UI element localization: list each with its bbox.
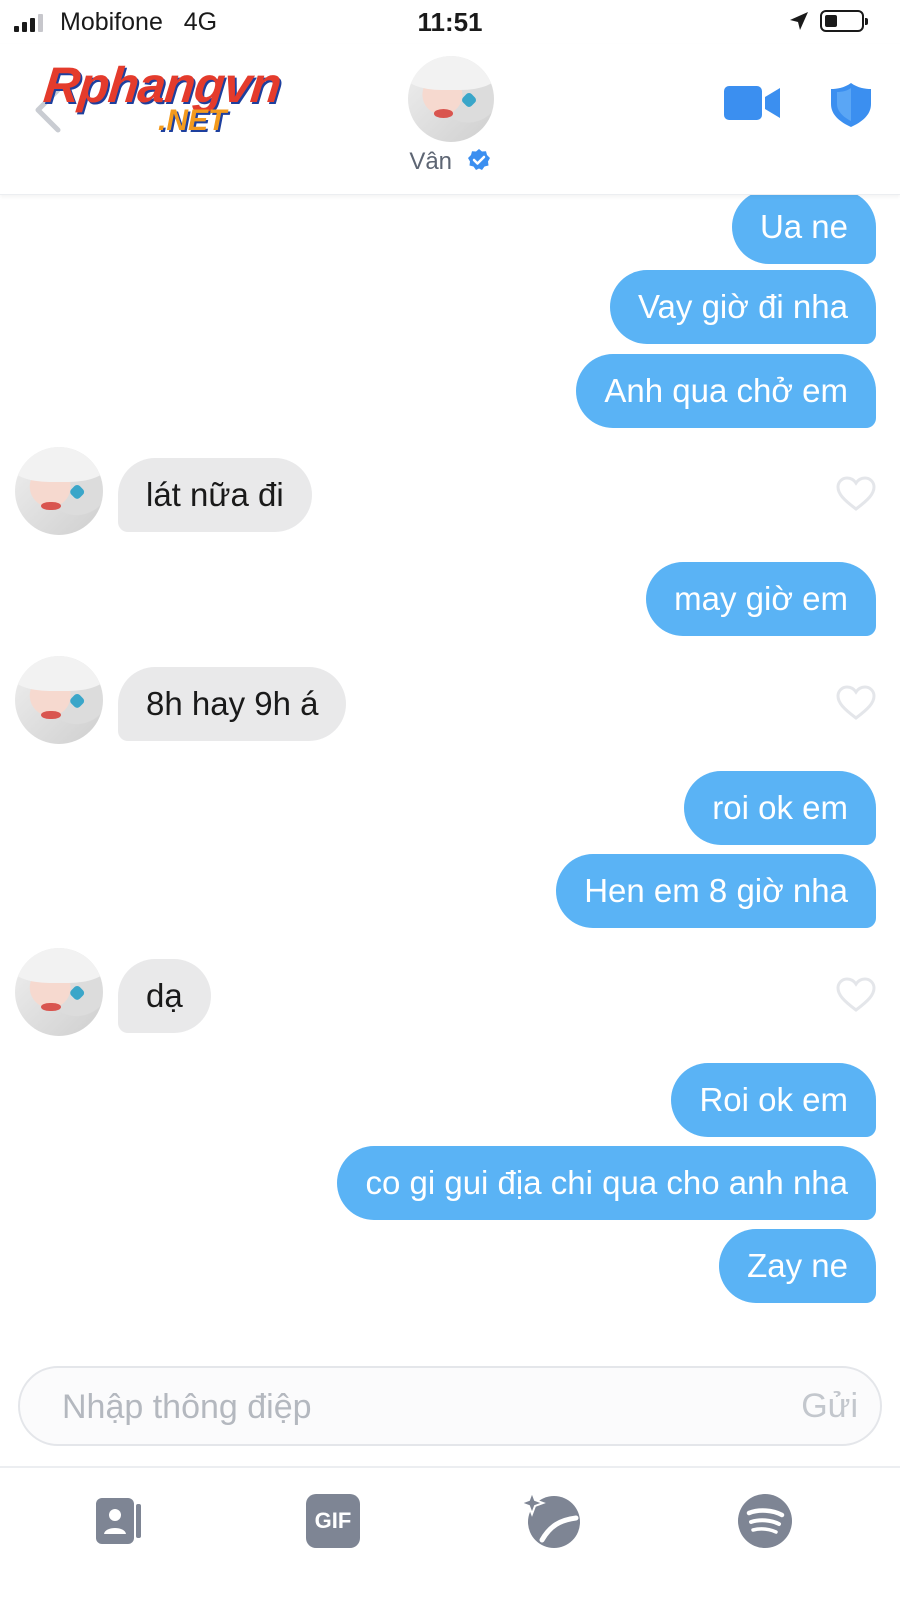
outgoing-message[interactable]: Ua ne: [731, 190, 876, 264]
spark-sticker-icon: [520, 1490, 580, 1548]
outgoing-message[interactable]: co gi gui địa chi qua cho anh nha: [337, 1146, 876, 1220]
watermark-logo: Rphangvn .NET: [40, 56, 330, 146]
outgoing-message[interactable]: roi ok em: [684, 771, 876, 845]
outgoing-message[interactable]: Vay giờ đi nha: [610, 270, 876, 344]
sender-avatar[interactable]: [15, 656, 103, 744]
outgoing-message[interactable]: Roi ok em: [671, 1063, 876, 1137]
incoming-message[interactable]: 8h hay 9h á: [118, 667, 347, 741]
incoming-message[interactable]: dạ: [118, 959, 211, 1033]
video-call-icon[interactable]: [724, 84, 782, 122]
spotify-button[interactable]: [732, 1488, 798, 1554]
status-time: 11:51: [417, 7, 483, 37]
sender-avatar[interactable]: [15, 447, 103, 535]
gif-icon: GIF: [306, 1494, 360, 1548]
verified-badge-icon: [467, 149, 490, 170]
message-thread[interactable]: Ua ne Vay giờ đi nha Anh qua chở em lát …: [0, 190, 900, 1374]
outgoing-message[interactable]: Zay ne: [719, 1229, 876, 1303]
gif-button[interactable]: GIF: [300, 1488, 366, 1554]
incoming-message[interactable]: lát nữa đi: [118, 458, 312, 532]
chat-header: Rphangvn .NET Vân: [0, 44, 900, 195]
contact-name-row[interactable]: Vân: [0, 148, 900, 176]
message-composer: Gửi: [18, 1366, 882, 1446]
send-button[interactable]: Gửi: [801, 1368, 858, 1444]
safety-shield-icon[interactable]: [830, 82, 872, 128]
location-arrow-icon: [790, 12, 808, 30]
bottom-toolbar: GIF: [0, 1468, 900, 1600]
like-heart-icon[interactable]: [836, 977, 876, 1013]
contact-card-icon: [96, 1498, 141, 1544]
watermark-subtext: .NET: [158, 104, 227, 137]
spotify-icon: [738, 1494, 792, 1548]
sender-avatar[interactable]: [15, 948, 103, 1036]
like-heart-icon[interactable]: [836, 476, 876, 512]
outgoing-message[interactable]: Hen em 8 giờ nha: [556, 854, 876, 928]
contact-avatar[interactable]: [408, 56, 494, 142]
like-heart-icon[interactable]: [836, 685, 876, 721]
sticker-button[interactable]: [518, 1488, 584, 1554]
outgoing-message[interactable]: may giờ em: [646, 562, 876, 636]
contact-name: Vân: [409, 148, 453, 175]
status-bar: Mobifone 4G 11:51: [0, 0, 900, 44]
outgoing-message[interactable]: Anh qua chở em: [576, 354, 876, 428]
contact-card-button[interactable]: [84, 1488, 150, 1554]
battery-icon: [820, 10, 868, 32]
message-input[interactable]: [60, 1368, 704, 1446]
